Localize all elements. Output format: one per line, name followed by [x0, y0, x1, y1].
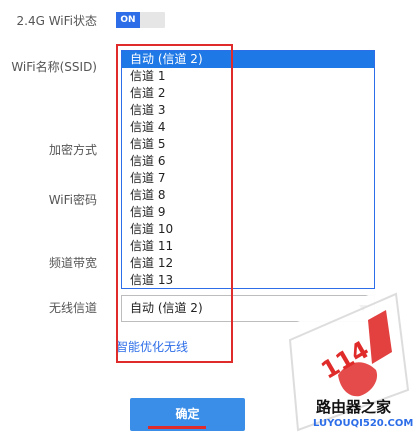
bandwidth-label: 频道带宽: [48, 256, 97, 270]
password-label: WiFi密码: [48, 193, 97, 207]
watermark-site-name: 路由器之家: [316, 398, 392, 416]
highlight-underline: [148, 426, 206, 429]
toggle-on-label: ON: [116, 12, 140, 28]
encryption-label: 加密方式: [48, 143, 97, 157]
wifi-status-label: 2.4G WiFi状态: [16, 14, 98, 28]
watermark-site-url: LUYOUQI520.COM: [313, 418, 414, 429]
ssid-label: WiFi名称(SSID): [11, 60, 97, 74]
highlight-box: [116, 44, 233, 363]
wifi-status-toggle[interactable]: ON: [116, 12, 165, 28]
channel-label: 无线信道: [48, 301, 97, 315]
